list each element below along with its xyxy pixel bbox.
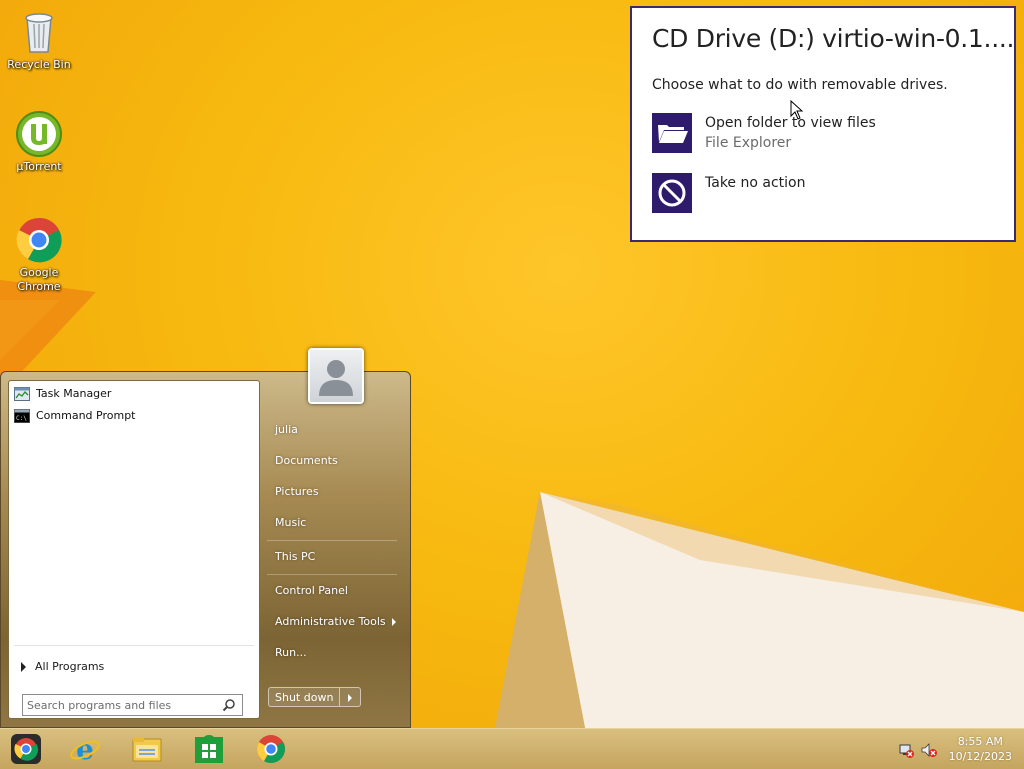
- start-button[interactable]: [9, 732, 43, 766]
- all-programs-label: All Programs: [35, 660, 105, 673]
- start-item-pictures[interactable]: Pictures: [267, 481, 402, 503]
- start-search-box[interactable]: [22, 694, 243, 716]
- divider: [267, 574, 397, 575]
- taskbar-file-explorer[interactable]: [130, 732, 164, 766]
- svg-text:C:\: C:\: [16, 415, 27, 422]
- utorrent-icon: [16, 111, 62, 157]
- desktop-icon-recycle-bin[interactable]: Recycle Bin: [1, 8, 77, 72]
- all-programs-button[interactable]: All Programs: [19, 659, 249, 677]
- shutdown-control: Shut down: [268, 687, 361, 709]
- desktop-icon-label: Google Chrome: [17, 266, 61, 293]
- desktop-icon-label: Recycle Bin: [7, 58, 71, 71]
- volume-muted-icon[interactable]: [921, 742, 937, 758]
- command-prompt-icon: C:\: [14, 409, 30, 423]
- search-icon: [222, 699, 235, 712]
- autoplay-subtitle: Choose what to do with removable drives.: [652, 77, 948, 93]
- start-menu-programs-pane: Task Manager C:\ Command Prompt All Prog…: [8, 380, 260, 719]
- system-clock[interactable]: 8:55 AM 10/12/2023: [949, 734, 1012, 764]
- taskbar-chrome[interactable]: [254, 732, 288, 766]
- run-label: Run...: [275, 646, 307, 659]
- music-label: Music: [275, 516, 307, 529]
- submenu-arrow-icon: [392, 618, 396, 626]
- control-panel-label: Control Panel: [275, 584, 348, 597]
- internet-explorer-icon: e: [70, 733, 100, 766]
- start-item-this-pc[interactable]: This PC: [267, 546, 402, 568]
- start-item-control-panel[interactable]: Control Panel: [267, 580, 402, 602]
- task-manager-icon: [14, 387, 30, 401]
- clock-time: 8:55 AM: [957, 735, 1003, 748]
- start-item-run[interactable]: Run...: [267, 642, 402, 664]
- program-item-label: Task Manager: [36, 387, 112, 400]
- start-item-documents[interactable]: Documents: [267, 450, 402, 472]
- program-item-task-manager[interactable]: Task Manager: [14, 384, 254, 404]
- triangle-right-icon: [348, 694, 352, 702]
- option-sublabel: File Explorer: [705, 135, 792, 151]
- start-item-music[interactable]: Music: [267, 512, 402, 534]
- user-name-label: julia: [275, 423, 298, 436]
- start-item-user[interactable]: julia: [267, 419, 402, 441]
- start-menu: Task Manager C:\ Command Prompt All Prog…: [0, 371, 411, 728]
- store-icon: [195, 734, 223, 763]
- clock-date: 10/12/2023: [948, 750, 1012, 763]
- folder-open-icon: [652, 113, 692, 153]
- shutdown-button[interactable]: Shut down: [268, 687, 340, 707]
- documents-label: Documents: [275, 454, 338, 467]
- autoplay-notification[interactable]: CD Drive (D:) virtio-win-0.1.... Choose …: [630, 6, 1016, 242]
- this-pc-label: This PC: [275, 550, 316, 563]
- option-label: Take no action: [705, 175, 806, 191]
- chrome-icon: [16, 217, 62, 263]
- autoplay-option-take-no-action[interactable]: Take no action: [652, 173, 992, 215]
- program-item-command-prompt[interactable]: C:\ Command Prompt: [14, 406, 254, 426]
- recycle-bin-icon: [25, 13, 53, 53]
- svg-text:e: e: [76, 733, 94, 766]
- user-avatar[interactable]: [308, 348, 364, 404]
- shutdown-options-button[interactable]: [340, 687, 361, 707]
- autoplay-option-open-folder[interactable]: Open folder to view files File Explorer: [652, 113, 992, 155]
- divider: [14, 645, 254, 646]
- autoplay-title: CD Drive (D:) virtio-win-0.1....: [652, 24, 1015, 53]
- divider: [267, 540, 397, 541]
- shutdown-label: Shut down: [275, 691, 334, 704]
- taskbar: e 8:55 AM 10/12/2023: [0, 728, 1024, 769]
- network-disconnected-icon[interactable]: [898, 742, 914, 758]
- pictures-label: Pictures: [275, 485, 319, 498]
- mouse-cursor-icon: [790, 100, 804, 120]
- start-orb-icon: [11, 734, 41, 764]
- desktop-icon-label: µTorrent: [16, 160, 62, 173]
- desktop-icon-utorrent[interactable]: µTorrent: [1, 110, 77, 174]
- chrome-icon: [257, 735, 285, 763]
- user-silhouette-icon: [319, 360, 353, 396]
- program-item-label: Command Prompt: [36, 409, 136, 422]
- taskbar-store[interactable]: [192, 732, 226, 766]
- administrative-tools-label: Administrative Tools: [275, 615, 386, 628]
- file-explorer-icon: [132, 737, 162, 762]
- taskbar-internet-explorer[interactable]: e: [68, 732, 102, 766]
- search-input[interactable]: [27, 697, 213, 713]
- triangle-right-icon: [21, 662, 26, 672]
- no-action-icon: [652, 173, 692, 213]
- desktop-icon-google-chrome[interactable]: Google Chrome: [1, 216, 77, 294]
- start-item-administrative-tools[interactable]: Administrative Tools: [267, 611, 402, 633]
